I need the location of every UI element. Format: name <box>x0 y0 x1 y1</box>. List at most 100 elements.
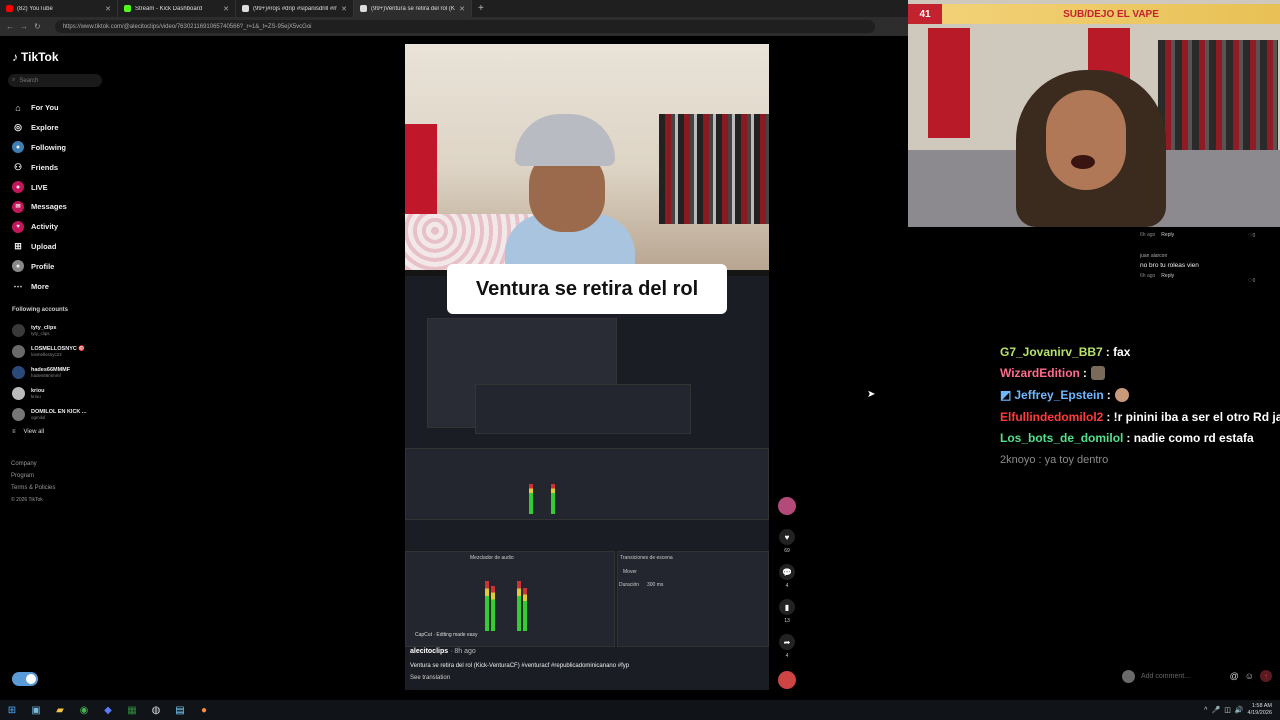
view-all-link[interactable]: ≡ View all <box>12 429 44 435</box>
obs-icon[interactable]: ◍ <box>144 700 168 720</box>
reload-icon[interactable]: ↻ <box>34 22 41 31</box>
activity-icon: ♥ <box>12 220 24 233</box>
like-button[interactable]: ♥ <box>779 529 795 545</box>
close-tab-icon[interactable]: ✕ <box>223 5 229 13</box>
comment-item: juan alarcon no bro tu roleas vien 6h ag… <box>1140 253 1199 279</box>
address-bar-row: ← → ↻ https://www.tiktok.com/@alecitocli… <box>0 17 908 36</box>
network-icon[interactable]: ◫ <box>1224 706 1231 714</box>
footer-link-terms[interactable]: Terms & Policies <box>11 482 55 494</box>
comment-button[interactable]: 💬 <box>779 564 795 580</box>
profile-icon: ● <box>12 260 24 273</box>
mention-icon[interactable]: @ <box>1230 671 1239 681</box>
close-tab-icon[interactable]: ✕ <box>105 5 111 13</box>
messages-icon: ✉ <box>12 200 24 213</box>
back-icon[interactable]: ← <box>6 22 14 31</box>
account-item[interactable]: LOSMELLOSNYC 🎯 losmellosnyc22 <box>12 341 87 362</box>
add-comment-input[interactable]: Add comment... <box>1141 673 1224 680</box>
app-icon[interactable]: ◆ <box>96 700 120 720</box>
following-icon: ● <box>12 141 24 154</box>
sub-count-badge: 41 <box>908 4 942 24</box>
tiktok-logo[interactable]: ♪ TikTok <box>12 50 59 64</box>
avatar <box>1122 669 1135 683</box>
more-icon: ⋯ <box>13 280 23 291</box>
share-button[interactable]: ➦ <box>779 634 795 650</box>
terminal-icon[interactable]: ▣ <box>24 700 48 720</box>
badge-icon: ◩ <box>1000 387 1012 402</box>
upload-icon: ⊞ <box>14 240 22 251</box>
sidebar-item-explore[interactable]: ◎ Explore <box>12 118 67 138</box>
tab-tiktok-2[interactable]: (99+)Ventura se retira del rol (Kic ✕ <box>354 0 472 17</box>
tab-youtube[interactable]: (82) YouTube ✕ <box>0 0 118 17</box>
search-input[interactable]: ⌕ Search <box>8 74 102 87</box>
windows-start-icon[interactable]: ⊞ <box>0 700 24 720</box>
url-input[interactable]: https://www.tiktok.com/@alecitoclips/vid… <box>54 20 875 33</box>
tiktok-sidebar: ♪ TikTok ⌕ Search ⌂ For You ◎ Explore ● Foll… <box>0 36 110 696</box>
comment-like[interactable]: ♡0 <box>1248 233 1255 239</box>
footer-link-company[interactable]: Company <box>11 458 55 470</box>
close-tab-icon[interactable]: ✕ <box>459 5 465 13</box>
new-tab-button[interactable]: + <box>472 3 490 14</box>
heart-icon: ♥ <box>784 532 790 542</box>
sidebar-item-live[interactable]: ● LIVE <box>12 177 67 197</box>
comment-author[interactable]: juan alarcon <box>1140 253 1199 259</box>
sidebar-item-for-you[interactable]: ⌂ For You <box>12 98 67 118</box>
see-translation-link[interactable]: See translation <box>410 675 450 681</box>
volume-icon[interactable]: 🔊 <box>1235 706 1244 714</box>
reply-button[interactable]: Reply <box>1161 232 1174 238</box>
streamlabs-icon[interactable]: ● <box>192 700 216 720</box>
excel-icon[interactable]: ▦ <box>120 700 144 720</box>
sidebar-item-profile[interactable]: ● Profile <box>12 256 67 276</box>
chrome-icon[interactable]: ◉ <box>72 700 96 720</box>
save-button[interactable]: ▮ <box>779 599 795 615</box>
comment-like[interactable]: ♡0 <box>1248 278 1255 284</box>
chat-username: WizardEdition <box>1000 366 1080 381</box>
reply-button[interactable]: Reply <box>1161 273 1174 279</box>
mic-icon[interactable]: 🎤 <box>1211 706 1220 714</box>
chat-message: WizardEdition: <box>1000 363 1280 385</box>
account-item[interactable]: DOMILOL EN KICK ... ogmilol <box>12 404 87 425</box>
folder-icon[interactable]: ▰ <box>48 700 72 720</box>
video-player[interactable]: Mezclador de audio Transiciones de escen… <box>405 44 769 690</box>
add-comment-bar: Add comment... @ ☺ ↑ <box>1122 667 1272 685</box>
sidebar-item-upload[interactable]: ⊞ Upload <box>12 237 67 257</box>
clock[interactable]: 1:58 AM 4/19/2026 <box>1248 703 1272 717</box>
mouse-cursor-icon: ➤ <box>867 389 876 400</box>
video-person <box>505 114 635 274</box>
tab-tiktok-1[interactable]: (99+)#rojs #drip #sipanisdrill #m ✕ <box>236 0 354 17</box>
chat-username: Jeffrey_Epstein <box>1014 387 1104 402</box>
live-icon: ● <box>12 181 24 194</box>
comment-item: 6h ago Reply <box>1140 232 1175 238</box>
sidebar-item-activity[interactable]: ♥ Activity <box>12 217 67 237</box>
forward-icon[interactable]: → <box>20 22 28 31</box>
account-item[interactable]: tyty_clips tyty_clips <box>12 320 87 341</box>
comment-icon: 💬 <box>782 567 792 577</box>
tab-label: (99+)Ventura se retira del rol (Kic <box>371 5 456 12</box>
chat-message: 2knoyo: ya toy dentro <box>1000 453 1109 466</box>
sound-disc[interactable] <box>778 671 796 689</box>
footer-link-program[interactable]: Program <box>11 470 55 482</box>
tab-label: Stream - Kick Dashboard <box>135 5 203 12</box>
creator-avatar[interactable] <box>778 497 796 515</box>
chevron-up-icon[interactable]: ^ <box>1204 707 1207 714</box>
comment-count: 4 <box>785 583 789 589</box>
chat-username: 2knoyo <box>1000 453 1036 466</box>
sidebar-item-more[interactable]: ⋯ More <box>12 276 67 296</box>
theme-toggle[interactable] <box>12 672 38 686</box>
video-description: Ventura se retira del rol (Kick-VenturaC… <box>410 663 630 669</box>
kick-icon <box>124 5 131 12</box>
send-button[interactable]: ↑ <box>1260 670 1272 682</box>
video-room-scene <box>405 44 769 274</box>
account-item[interactable]: hades66MMMF hades66mmmf <box>12 362 87 383</box>
emoji-icon[interactable]: ☺ <box>1245 671 1254 681</box>
sub-goal-text: SUB/DEJO EL VAPE <box>1063 8 1159 20</box>
tab-kick[interactable]: Stream - Kick Dashboard ✕ <box>118 0 236 17</box>
video-author[interactable]: alecitoclips · 8h ago <box>410 648 476 655</box>
obs-transition-value: Mover <box>623 569 637 575</box>
sidebar-item-friends[interactable]: ⚇ Friends <box>12 157 67 177</box>
account-item[interactable]: kriou kriou <box>12 383 87 404</box>
video-caption-overlay: Ventura se retira del rol <box>447 264 727 314</box>
sidebar-item-messages[interactable]: ✉ Messages <box>12 197 67 217</box>
sidebar-item-following[interactable]: ● Following <box>12 138 67 158</box>
close-tab-icon[interactable]: ✕ <box>341 5 347 13</box>
notes-icon[interactable]: ▤ <box>168 700 192 720</box>
